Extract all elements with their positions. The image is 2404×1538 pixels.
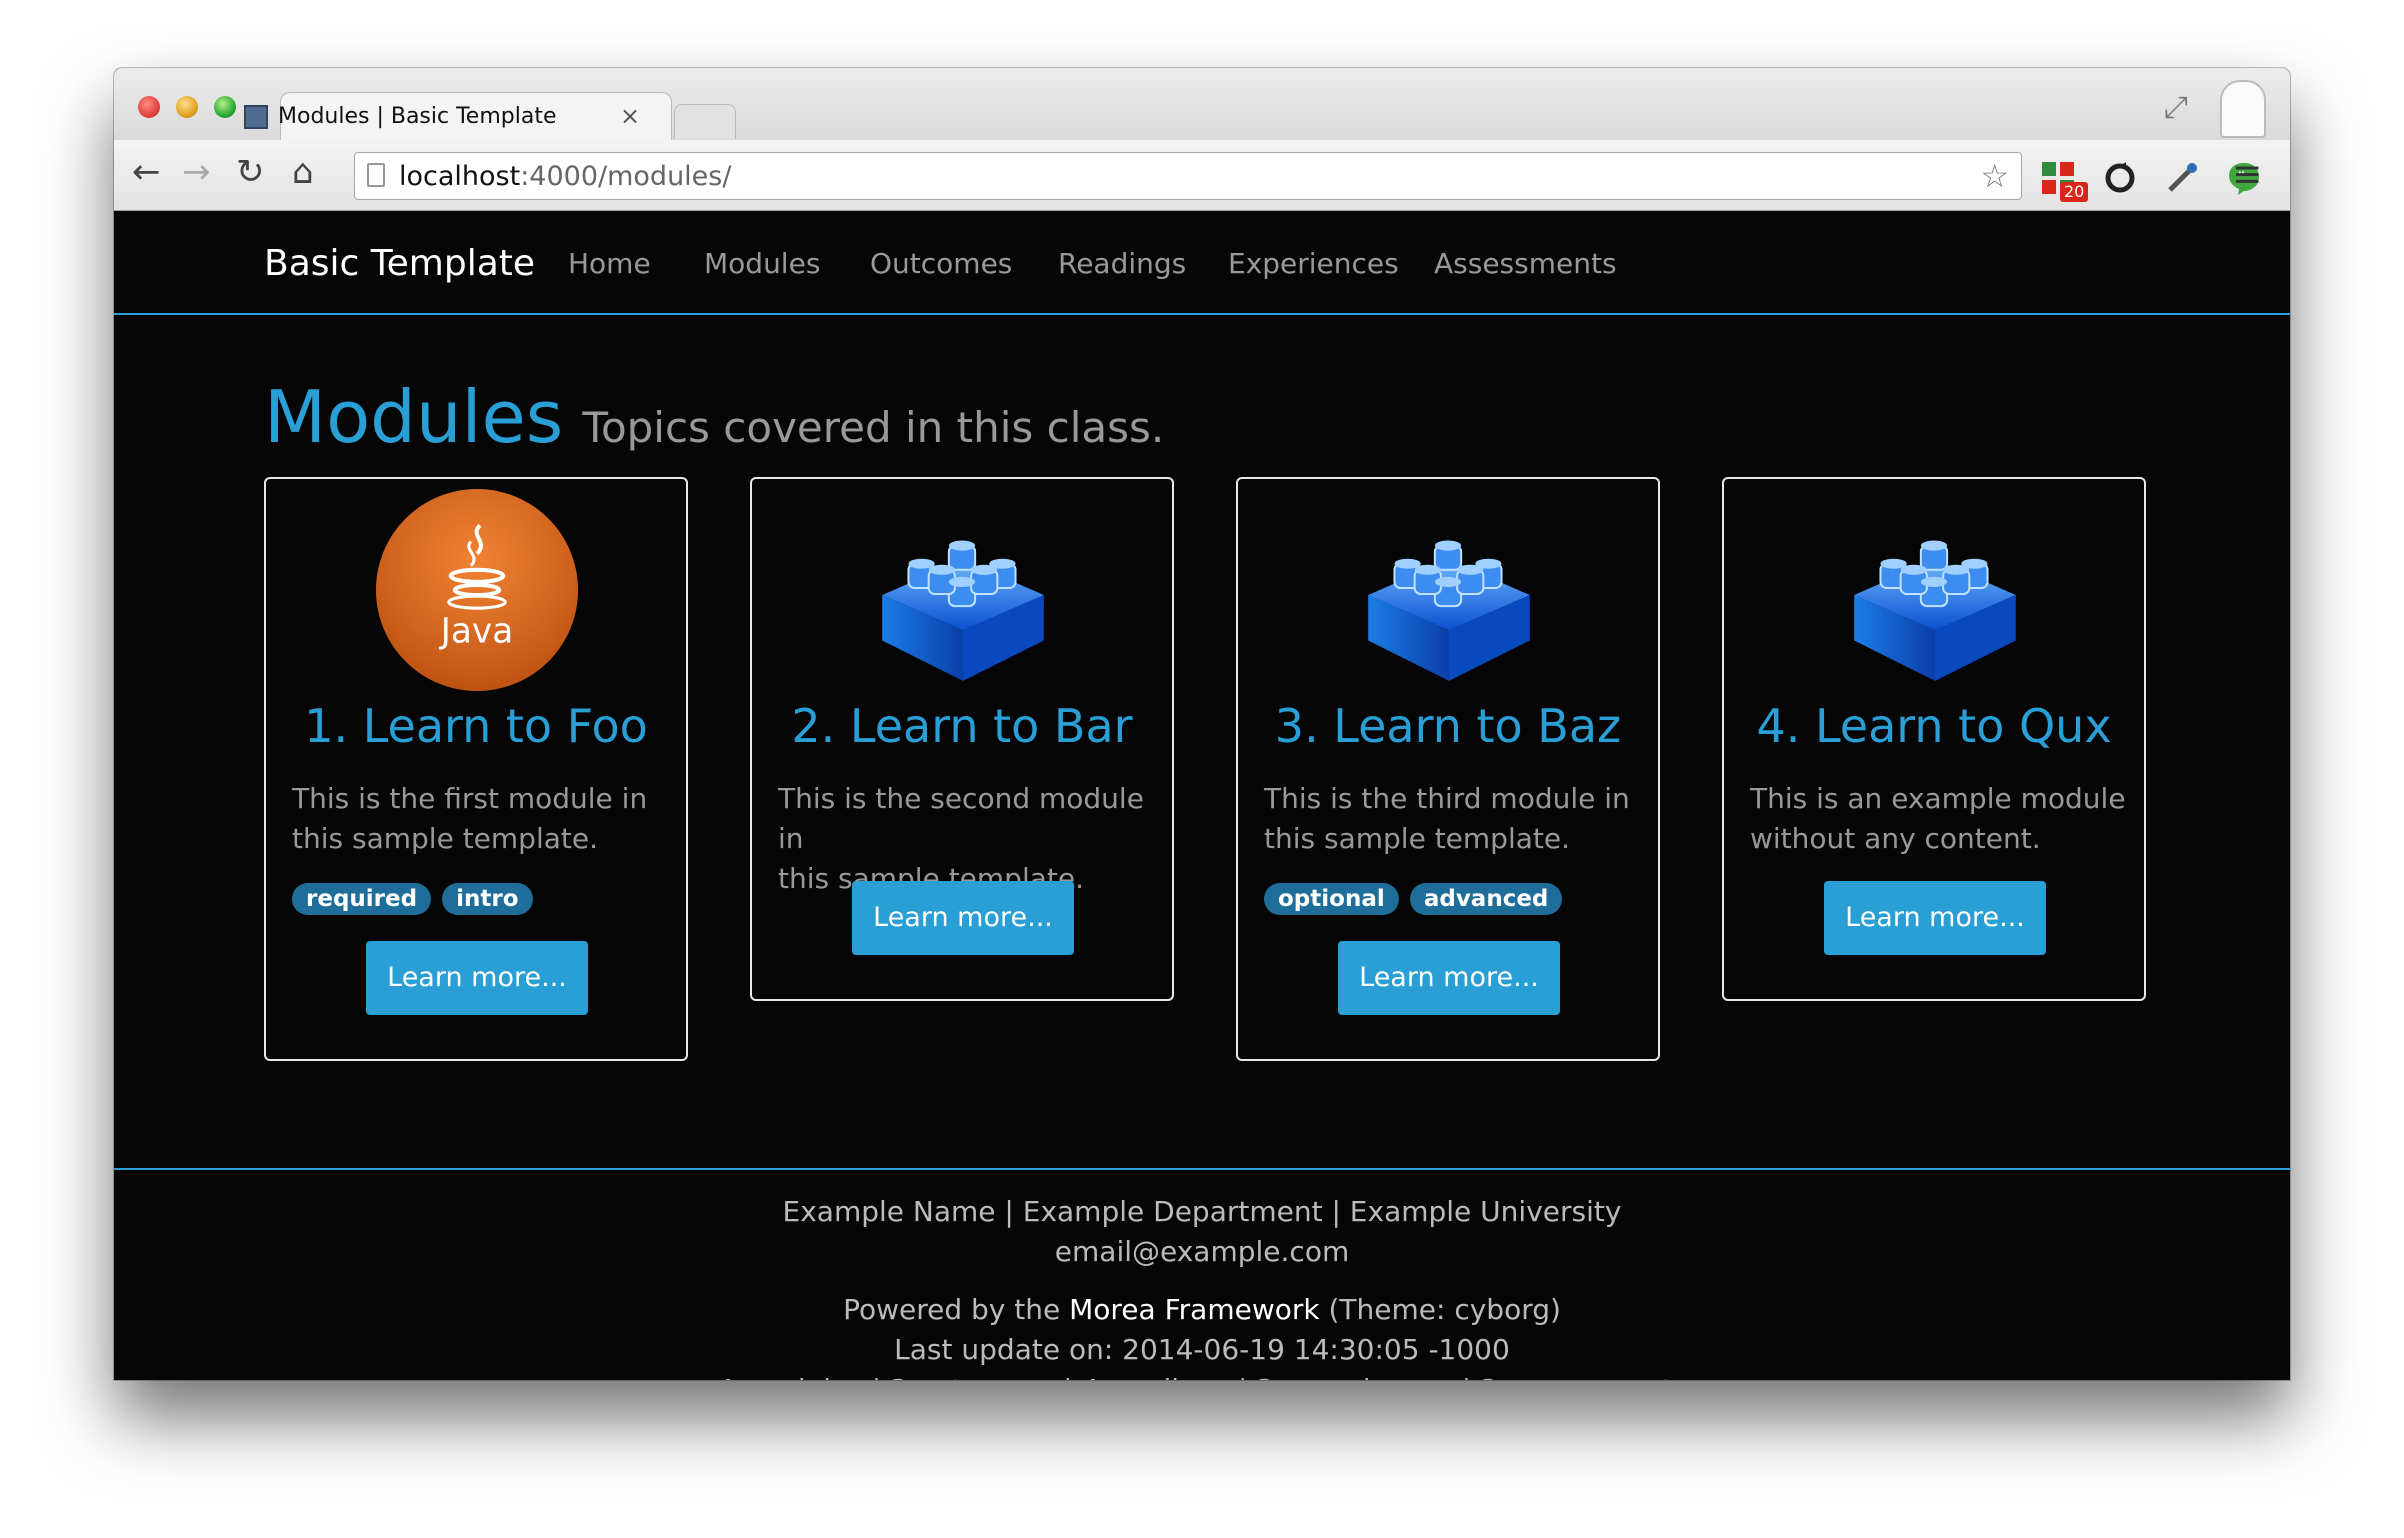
reload-icon[interactable]: ↻ xyxy=(236,152,265,192)
close-window-button[interactable] xyxy=(138,96,160,118)
module-card-1: Java 1. Learn to Foo This is the first m… xyxy=(264,477,688,1061)
url-path: :4000/modules/ xyxy=(520,161,732,192)
powered-suffix: (Theme: cyborg) xyxy=(1319,1293,1561,1326)
profile-icon[interactable] xyxy=(2220,80,2266,138)
module-title[interactable]: 3. Learn to Baz xyxy=(1238,699,1658,753)
nav-link-readings[interactable]: Readings xyxy=(1058,247,1186,280)
module-description-line: without any content. xyxy=(1750,822,2041,855)
nav-link-home[interactable]: Home xyxy=(568,247,651,280)
module-description-line: This is an example module xyxy=(1750,782,2126,815)
url-text[interactable]: localhost:4000/modules/ xyxy=(399,161,731,192)
nav-link-modules[interactable]: Modules xyxy=(704,247,820,280)
address-bar[interactable]: localhost:4000/modules/ ☆ xyxy=(354,152,2022,200)
page-icon xyxy=(367,163,385,187)
tab-title: Modules | Basic Template xyxy=(278,104,557,129)
back-icon[interactable]: ← xyxy=(132,152,161,192)
sync-icon[interactable] xyxy=(2102,160,2138,196)
tag-intro: intro xyxy=(442,883,533,915)
powered-prefix: Powered by the xyxy=(843,1293,1070,1326)
learn-more-button[interactable]: Learn more... xyxy=(852,881,1074,955)
nav-link-experiences[interactable]: Experiences xyxy=(1228,247,1399,280)
zoom-window-button[interactable] xyxy=(214,96,236,118)
browser-window: Modules | Basic Template × ⤢ ← → ↻ ⌂ loc… xyxy=(114,68,2290,1380)
browser-toolbar: ← → ↻ ⌂ localhost:4000/modules/ ☆ 20 ” ≡ xyxy=(114,140,2290,211)
wrench-icon[interactable] xyxy=(2286,160,2290,196)
module-description-line: This is the first module in xyxy=(292,782,648,815)
module-description: This is an example module without any co… xyxy=(1750,779,2130,859)
module-card-2: 2. Learn to Bar This is the second modul… xyxy=(750,477,1174,1001)
learn-more-button[interactable]: Learn more... xyxy=(1338,941,1560,1015)
eyedropper-icon[interactable] xyxy=(2164,160,2200,196)
module-tags: required intro xyxy=(292,883,539,915)
module-description-line: this sample template. xyxy=(292,822,598,855)
footer-last-update: Last update on: 2014-06-19 14:30:05 -100… xyxy=(894,1333,1510,1366)
module-description-line: This is the second module in xyxy=(778,782,1144,855)
blocks-icon xyxy=(1854,540,2016,681)
blocks-icon xyxy=(1368,540,1530,681)
tag-advanced: advanced xyxy=(1409,883,1563,915)
module-tags: optional advanced xyxy=(1264,883,1568,915)
minimize-window-button[interactable] xyxy=(176,96,198,118)
module-card-3: 3. Learn to Baz This is the third module… xyxy=(1236,477,1660,1061)
module-card-4: 4. Learn to Qux This is an example modul… xyxy=(1722,477,2146,1001)
java-logo-icon: Java xyxy=(376,489,578,691)
tab-close-icon[interactable]: × xyxy=(620,102,640,130)
module-title[interactable]: 2. Learn to Bar xyxy=(752,699,1172,753)
morea-framework-link[interactable]: Morea Framework xyxy=(1069,1293,1319,1326)
module-description-line: This is the third module in xyxy=(1264,782,1630,815)
nav-link-outcomes[interactable]: Outcomes xyxy=(870,247,1012,280)
tag-required: required xyxy=(292,883,432,915)
page-heading: Modules Topics covered in this class. xyxy=(264,375,1164,459)
site-footer: Example Name | Example Department | Exam… xyxy=(114,1168,2290,1380)
menu-icon[interactable]: ≡ xyxy=(2232,154,2262,195)
module-description: This is the third module in this sample … xyxy=(1264,779,1644,859)
footer-counts: 4 modules | 3 outcomes | 4 readings | 3 … xyxy=(114,1370,2290,1380)
page-title: Modules xyxy=(264,375,564,459)
learn-more-button[interactable]: Learn more... xyxy=(366,941,588,1015)
blocks-icon xyxy=(882,540,1044,681)
module-description-line: this sample template. xyxy=(1264,822,1570,855)
nav-link-assessments[interactable]: Assessments xyxy=(1434,247,1617,280)
new-tab-button[interactable] xyxy=(674,104,736,139)
footer-powered-by: Powered by the Morea Framework (Theme: c… xyxy=(114,1290,2290,1330)
footer-email[interactable]: email@example.com xyxy=(114,1232,2290,1272)
extension-badge: 20 xyxy=(2060,182,2089,202)
star-icon[interactable]: ☆ xyxy=(1980,157,2009,195)
site-brand[interactable]: Basic Template xyxy=(264,243,535,284)
java-logo-text: Java xyxy=(439,612,514,652)
tag-optional: optional xyxy=(1264,883,1399,915)
learn-more-button[interactable]: Learn more... xyxy=(1824,881,2046,955)
web-page: Basic Template Home Modules Outcomes Rea… xyxy=(114,211,2290,1380)
forward-icon[interactable]: → xyxy=(182,152,211,192)
fullscreen-icon[interactable]: ⤢ xyxy=(2164,90,2188,125)
footer-contact: Example Name | Example Department | Exam… xyxy=(782,1195,1622,1228)
url-host: localhost xyxy=(399,161,521,192)
module-description: This is the first module in this sample … xyxy=(292,779,672,859)
page-subtitle: Topics covered in this class. xyxy=(582,403,1165,452)
home-icon[interactable]: ⌂ xyxy=(292,152,314,192)
browser-titlebar: Modules | Basic Template × ⤢ xyxy=(114,68,2290,141)
favicon-icon xyxy=(244,105,268,129)
module-title[interactable]: 4. Learn to Qux xyxy=(1724,699,2144,753)
module-title[interactable]: 1. Learn to Foo xyxy=(266,699,686,753)
site-navbar: Basic Template Home Modules Outcomes Rea… xyxy=(114,211,2290,315)
